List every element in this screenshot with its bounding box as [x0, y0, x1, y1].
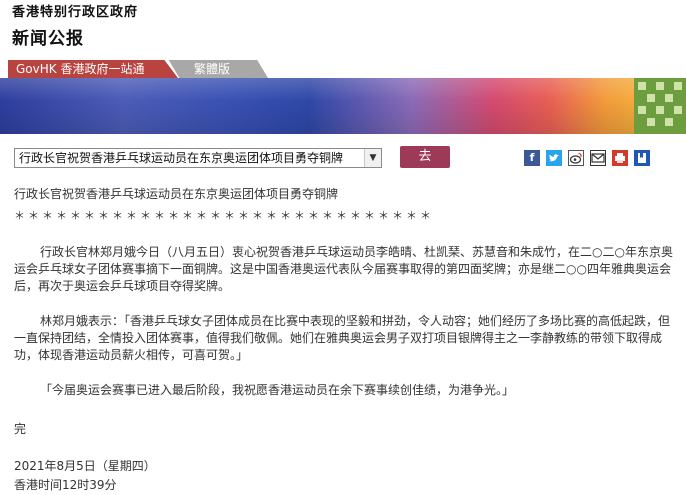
chevron-down-icon[interactable]: ▼	[364, 149, 381, 167]
page-header: 香港特别行政区政府 新闻公报	[12, 4, 138, 49]
article-title: 行政长官祝贺香港乒乓球运动员在东京奥运团体项目勇夺铜牌	[14, 187, 339, 201]
decorative-banner	[0, 78, 686, 134]
end-marker: 完	[14, 422, 27, 436]
pattern-square	[647, 94, 655, 102]
banner-pattern	[634, 78, 686, 134]
pattern-square	[674, 82, 682, 90]
traditional-chinese-link[interactable]: 繁體版	[168, 60, 268, 78]
pattern-square	[638, 82, 646, 90]
paragraph-1: 行政长官林郑月娥今日（八月五日）衷心祝贺香港乒乓球运动员李皓晴、杜凯琹、苏慧音和…	[14, 245, 673, 293]
pattern-square	[674, 106, 682, 114]
weibo-icon[interactable]	[568, 150, 584, 166]
pattern-square	[647, 118, 655, 126]
govhk-link[interactable]: GovHK 香港政府一站通	[8, 60, 178, 78]
article-body: 行政长官祝贺香港乒乓球运动员在东京奥运团体项目勇夺铜牌 ＊＊＊＊＊＊＊＊＊＊＊＊…	[14, 186, 674, 494]
article-select[interactable]: 行政长官祝贺香港乒乓球运动员在东京奥运团体项目勇夺铜牌 ▼	[14, 148, 382, 168]
pattern-square	[656, 106, 664, 114]
government-name: 香港特别行政区政府	[12, 5, 139, 20]
article-controls: 行政长官祝贺香港乒乓球运动员在东京奥运团体项目勇夺铜牌 ▼ 去 f	[14, 146, 674, 172]
top-nav: GovHK 香港政府一站通 繁體版	[0, 60, 686, 78]
go-button[interactable]: 去	[400, 146, 450, 168]
release-date: 2021年8月5日（星期四）	[14, 459, 156, 473]
pattern-square	[665, 118, 673, 126]
press-release-heading: 新闻公报	[12, 29, 84, 49]
bookmark-icon[interactable]	[634, 150, 650, 166]
release-time: 香港时间12时39分	[14, 478, 117, 492]
facebook-icon[interactable]: f	[524, 150, 540, 166]
article-select-value: 行政长官祝贺香港乒乓球运动员在东京奥运团体项目勇夺铜牌	[19, 151, 344, 165]
print-icon[interactable]	[612, 150, 628, 166]
pattern-square	[665, 94, 673, 102]
twitter-icon[interactable]	[546, 150, 562, 166]
pattern-square	[656, 82, 664, 90]
banner-shade	[0, 78, 686, 134]
title-underline-stars: ＊＊＊＊＊＊＊＊＊＊＊＊＊＊＊＊＊＊＊＊＊＊＊＊＊＊＊＊＊＊	[14, 209, 434, 222]
pattern-square	[638, 106, 646, 114]
email-icon[interactable]	[590, 150, 606, 166]
paragraph-3: 「今届奥运会赛事已进入最后阶段，我祝愿香港运动员在余下赛事续创佳绩，为港争光。」	[40, 383, 515, 397]
paragraph-2: 林郑月娥表示：「香港乒乓球女子团体成员在比赛中表现的坚毅和拼劲，令人动容；她们经…	[14, 314, 671, 362]
